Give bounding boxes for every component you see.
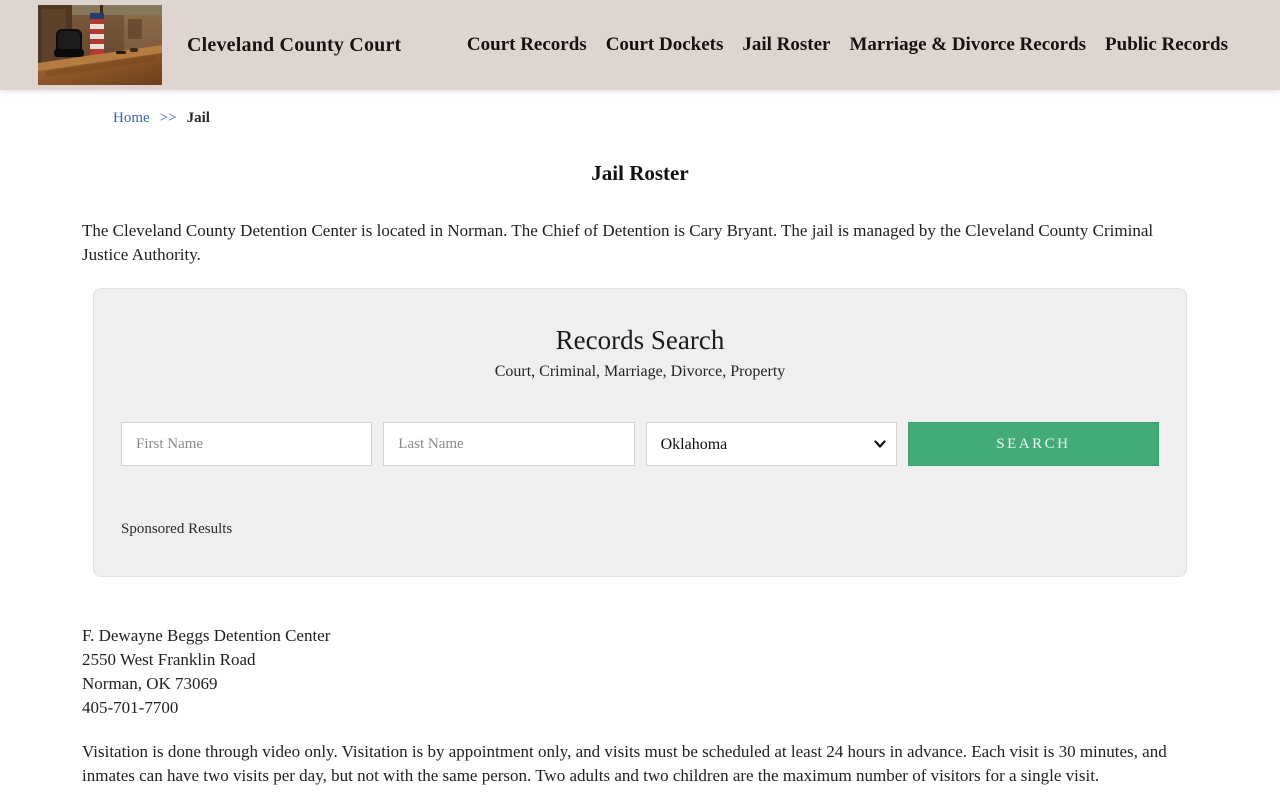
state-select[interactable]: Oklahoma	[646, 422, 897, 466]
breadcrumb: Home >> Jail	[82, 110, 1198, 127]
nav-item-court-dockets[interactable]: Court Dockets	[606, 34, 724, 56]
main-nav: Court Records Court Dockets Jail Roster …	[467, 34, 1280, 56]
breadcrumb-separator: >>	[160, 110, 177, 126]
nav-item-jail-roster[interactable]: Jail Roster	[742, 34, 830, 56]
nav-item-public-records[interactable]: Public Records	[1105, 34, 1228, 56]
courtroom-photo-icon	[38, 5, 162, 85]
first-name-input[interactable]	[121, 422, 372, 466]
courtroom-logo-image[interactable]	[38, 5, 162, 85]
sponsored-results-label: Sponsored Results	[121, 521, 1159, 538]
facility-city: Norman, OK 73069	[82, 672, 1198, 696]
state-select-wrap: Oklahoma	[646, 422, 897, 466]
main-content: Home >> Jail Jail Roster The Cleveland Cou…	[0, 110, 1280, 789]
page-title: Jail Roster	[0, 161, 1280, 186]
breadcrumb-current: Jail	[187, 110, 210, 126]
records-search-panel: Records Search Court, Criminal, Marriage…	[93, 288, 1187, 577]
breadcrumb-home-link[interactable]: Home	[113, 110, 150, 126]
nav-item-marriage-divorce-records[interactable]: Marriage & Divorce Records	[850, 34, 1087, 56]
facility-address: 2550 West Franklin Road	[82, 648, 1198, 672]
records-search-subtitle: Court, Criminal, Marriage, Divorce, Prop…	[121, 363, 1159, 381]
facility-phone: 405-701-7700	[82, 696, 1198, 720]
facility-info: F. Dewayne Beggs Detention Center 2550 W…	[82, 624, 1198, 720]
intro-paragraph: The Cleveland County Detention Center is…	[82, 219, 1198, 267]
last-name-input[interactable]	[383, 422, 634, 466]
facility-name: F. Dewayne Beggs Detention Center	[82, 624, 1198, 648]
nav-item-court-records[interactable]: Court Records	[467, 34, 587, 56]
records-search-title: Records Search	[121, 325, 1159, 356]
visitation-paragraph: Visitation is done through video only. V…	[82, 740, 1198, 789]
search-button[interactable]: SEARCH	[908, 422, 1159, 466]
brand-title[interactable]: Cleveland County Court	[187, 34, 401, 57]
records-search-form: Oklahoma SEARCH	[121, 422, 1159, 466]
site-header: Cleveland County Court Court Records Cou…	[0, 0, 1280, 90]
